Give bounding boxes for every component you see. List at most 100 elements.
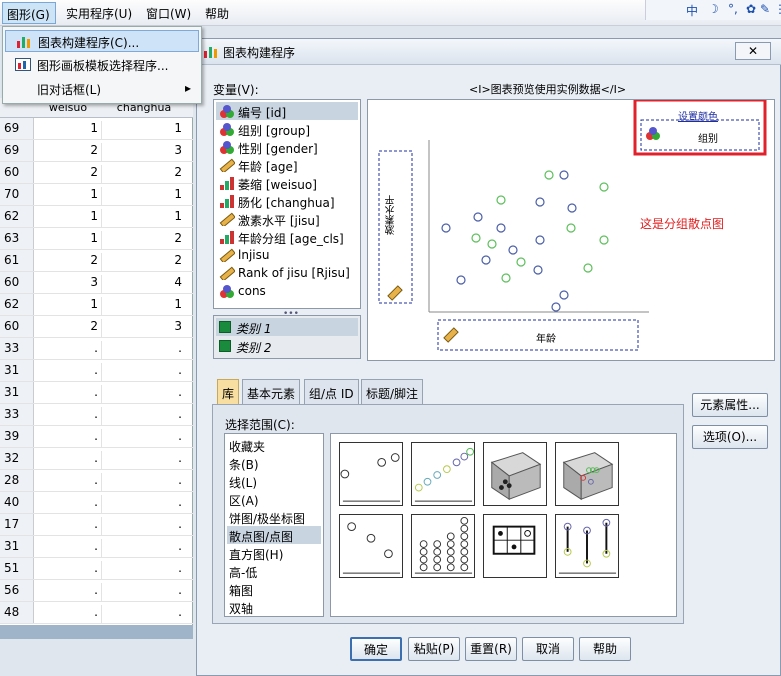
table-cell[interactable]: . [34,473,102,491]
chart-type-item[interactable]: 箱图 [227,580,321,598]
table-cell[interactable]: . [103,517,185,535]
category-item[interactable]: 类别 2 [216,337,358,355]
chart-type-list[interactable]: 收藏夹 条(B) 线(L) 区(A) 饼图/极坐标图 散点图/点图 直方图(H) 高-低 箱图双… [224,433,324,617]
table-row[interactable]: 31.. [0,360,193,382]
table-row[interactable]: 61 2 2 [0,250,193,272]
chart-type-item[interactable]: 散点图/点图 [227,526,321,544]
table-row[interactable]: 51.. [0,558,193,580]
table-row[interactable]: 48.. [0,602,193,624]
ok-button[interactable]: 确定 [350,637,402,661]
table-cell[interactable]: . [34,495,102,513]
table-row[interactable]: 62 1 1 [0,294,193,316]
help-button[interactable]: 帮助 [579,637,631,661]
menu-graph[interactable]: 图形(G) [2,2,56,24]
table-row[interactable]: 40.. [0,492,193,514]
table-cell[interactable]: . [34,407,102,425]
close-button[interactable]: ✕ [735,42,771,60]
variable-list[interactable]: 编号 [id] 组别 [group] 性别 [gender] 年龄 [age] 萎缩 [… [213,99,361,309]
menu-help[interactable]: 帮助 [205,5,229,22]
table-row[interactable]: 69 1 1 [0,118,193,140]
summary-point-thumb[interactable] [339,514,403,578]
table-cell[interactable]: . [103,473,185,491]
tab-gallery[interactable]: 库 [217,379,240,405]
chart-type-item[interactable]: 饼图/极坐标图 [227,508,321,526]
options-button[interactable]: 选项(O)... [692,425,768,449]
table-cell[interactable]: 3 [103,143,185,161]
ime-toolbar[interactable]: 中 ☽ °, ✿ ✎ ⋮ [645,0,781,20]
table-row[interactable]: 32.. [0,448,193,470]
table-cell[interactable]: . [34,583,102,601]
table-cell[interactable]: . [34,451,102,469]
variable-item[interactable]: 萎缩 [weisuo] [216,174,358,192]
variable-item[interactable]: 年龄 [age] [216,156,358,174]
table-row[interactable]: 28.. [0,470,193,492]
table-cell[interactable]: . [103,429,185,447]
table-cell[interactable]: 1 [103,187,185,205]
menu-utilities[interactable]: 实用程序(U) [66,5,132,22]
table-cell[interactable]: . [103,561,185,579]
table-cell[interactable]: 1 [34,297,102,315]
moon-icon[interactable]: ☽ [708,2,719,16]
menu-item-legacy-dialogs[interactable]: 旧对话框(L) ▸ [5,78,199,100]
table-row[interactable]: 69 2 3 [0,140,193,162]
drop-line-thumb[interactable] [555,514,619,578]
punct-icon[interactable]: °, [728,2,738,16]
table-row[interactable]: 60 3 4 [0,272,193,294]
table-row[interactable]: 31.. [0,382,193,404]
cancel-button[interactable]: 取消 [522,637,574,661]
table-cell[interactable]: 1 [34,209,102,227]
table-cell[interactable]: . [34,517,102,535]
table-cell[interactable]: . [103,605,185,623]
table-cell[interactable]: 1 [103,297,185,315]
table-cell[interactable]: . [103,407,185,425]
chart-type-item[interactable]: 双轴 [227,598,321,616]
chart-preview-canvas[interactable]: 设置颜色 组别 激素水平 年龄 这是分组散点图 [367,98,775,361]
table-cell[interactable]: 1 [103,121,185,139]
table-cell[interactable]: . [103,363,185,381]
variable-item[interactable]: 编号 [id] [216,102,358,120]
table-cell[interactable]: . [34,429,102,447]
table-row[interactable]: 56.. [0,580,193,602]
tab-titles-footnotes[interactable]: 标题/脚注 [361,379,424,405]
chart-type-item[interactable]: 条(B) [227,454,321,472]
dialog-titlebar[interactable]: 图表构建程序 ✕ [197,39,781,65]
table-cell[interactable]: 2 [103,253,185,271]
table-cell[interactable]: 1 [34,231,102,249]
menu-item-chart-builder[interactable]: 图表构建程序(C)... [5,30,199,52]
simple-scatter-thumb[interactable] [339,442,403,506]
table-cell[interactable]: . [34,363,102,381]
table-row[interactable]: 39.. [0,426,193,448]
table-cell[interactable]: 3 [103,319,185,337]
variable-item[interactable]: 激素水平 [jisu] [216,210,358,228]
table-cell[interactable]: . [103,341,185,359]
scatter-matrix-thumb[interactable] [483,514,547,578]
table-cell[interactable]: 2 [103,165,185,183]
table-cell[interactable]: 2 [103,231,185,249]
variable-item[interactable]: lnjisu [216,246,358,264]
grouped-scatter-thumb[interactable] [411,442,475,506]
table-cell[interactable]: . [103,583,185,601]
table-cell[interactable]: 1 [103,209,185,227]
table-cell[interactable]: . [103,451,185,469]
table-cell[interactable]: . [34,561,102,579]
table-cell[interactable]: 1 [34,187,102,205]
chart-type-item[interactable]: 高-低 [227,562,321,580]
table-cell[interactable]: . [103,385,185,403]
table-cell[interactable]: 2 [34,143,102,161]
table-cell[interactable]: . [103,539,185,557]
table-cell[interactable]: 1 [34,121,102,139]
more-icon[interactable]: ⋮ [774,2,781,16]
table-cell[interactable]: 4 [103,275,185,293]
table-cell[interactable]: 2 [34,165,102,183]
category-item[interactable]: 类别 1 [216,318,358,336]
table-row[interactable]: 31.. [0,536,193,558]
skin-icon[interactable]: ✿ [746,2,756,16]
paste-button[interactable]: 粘贴(P) [408,637,460,661]
table-cell[interactable]: 2 [34,319,102,337]
tab-basic-elements[interactable]: 基本元素 [242,379,301,405]
table-cell[interactable]: . [103,495,185,513]
menu-item-template-chooser[interactable]: 图形画板模板选择程序... [5,54,199,76]
chart-type-item[interactable]: 区(A) [227,490,321,508]
table-row[interactable]: 33.. [0,404,193,426]
variable-item[interactable]: 组别 [group] [216,120,358,138]
